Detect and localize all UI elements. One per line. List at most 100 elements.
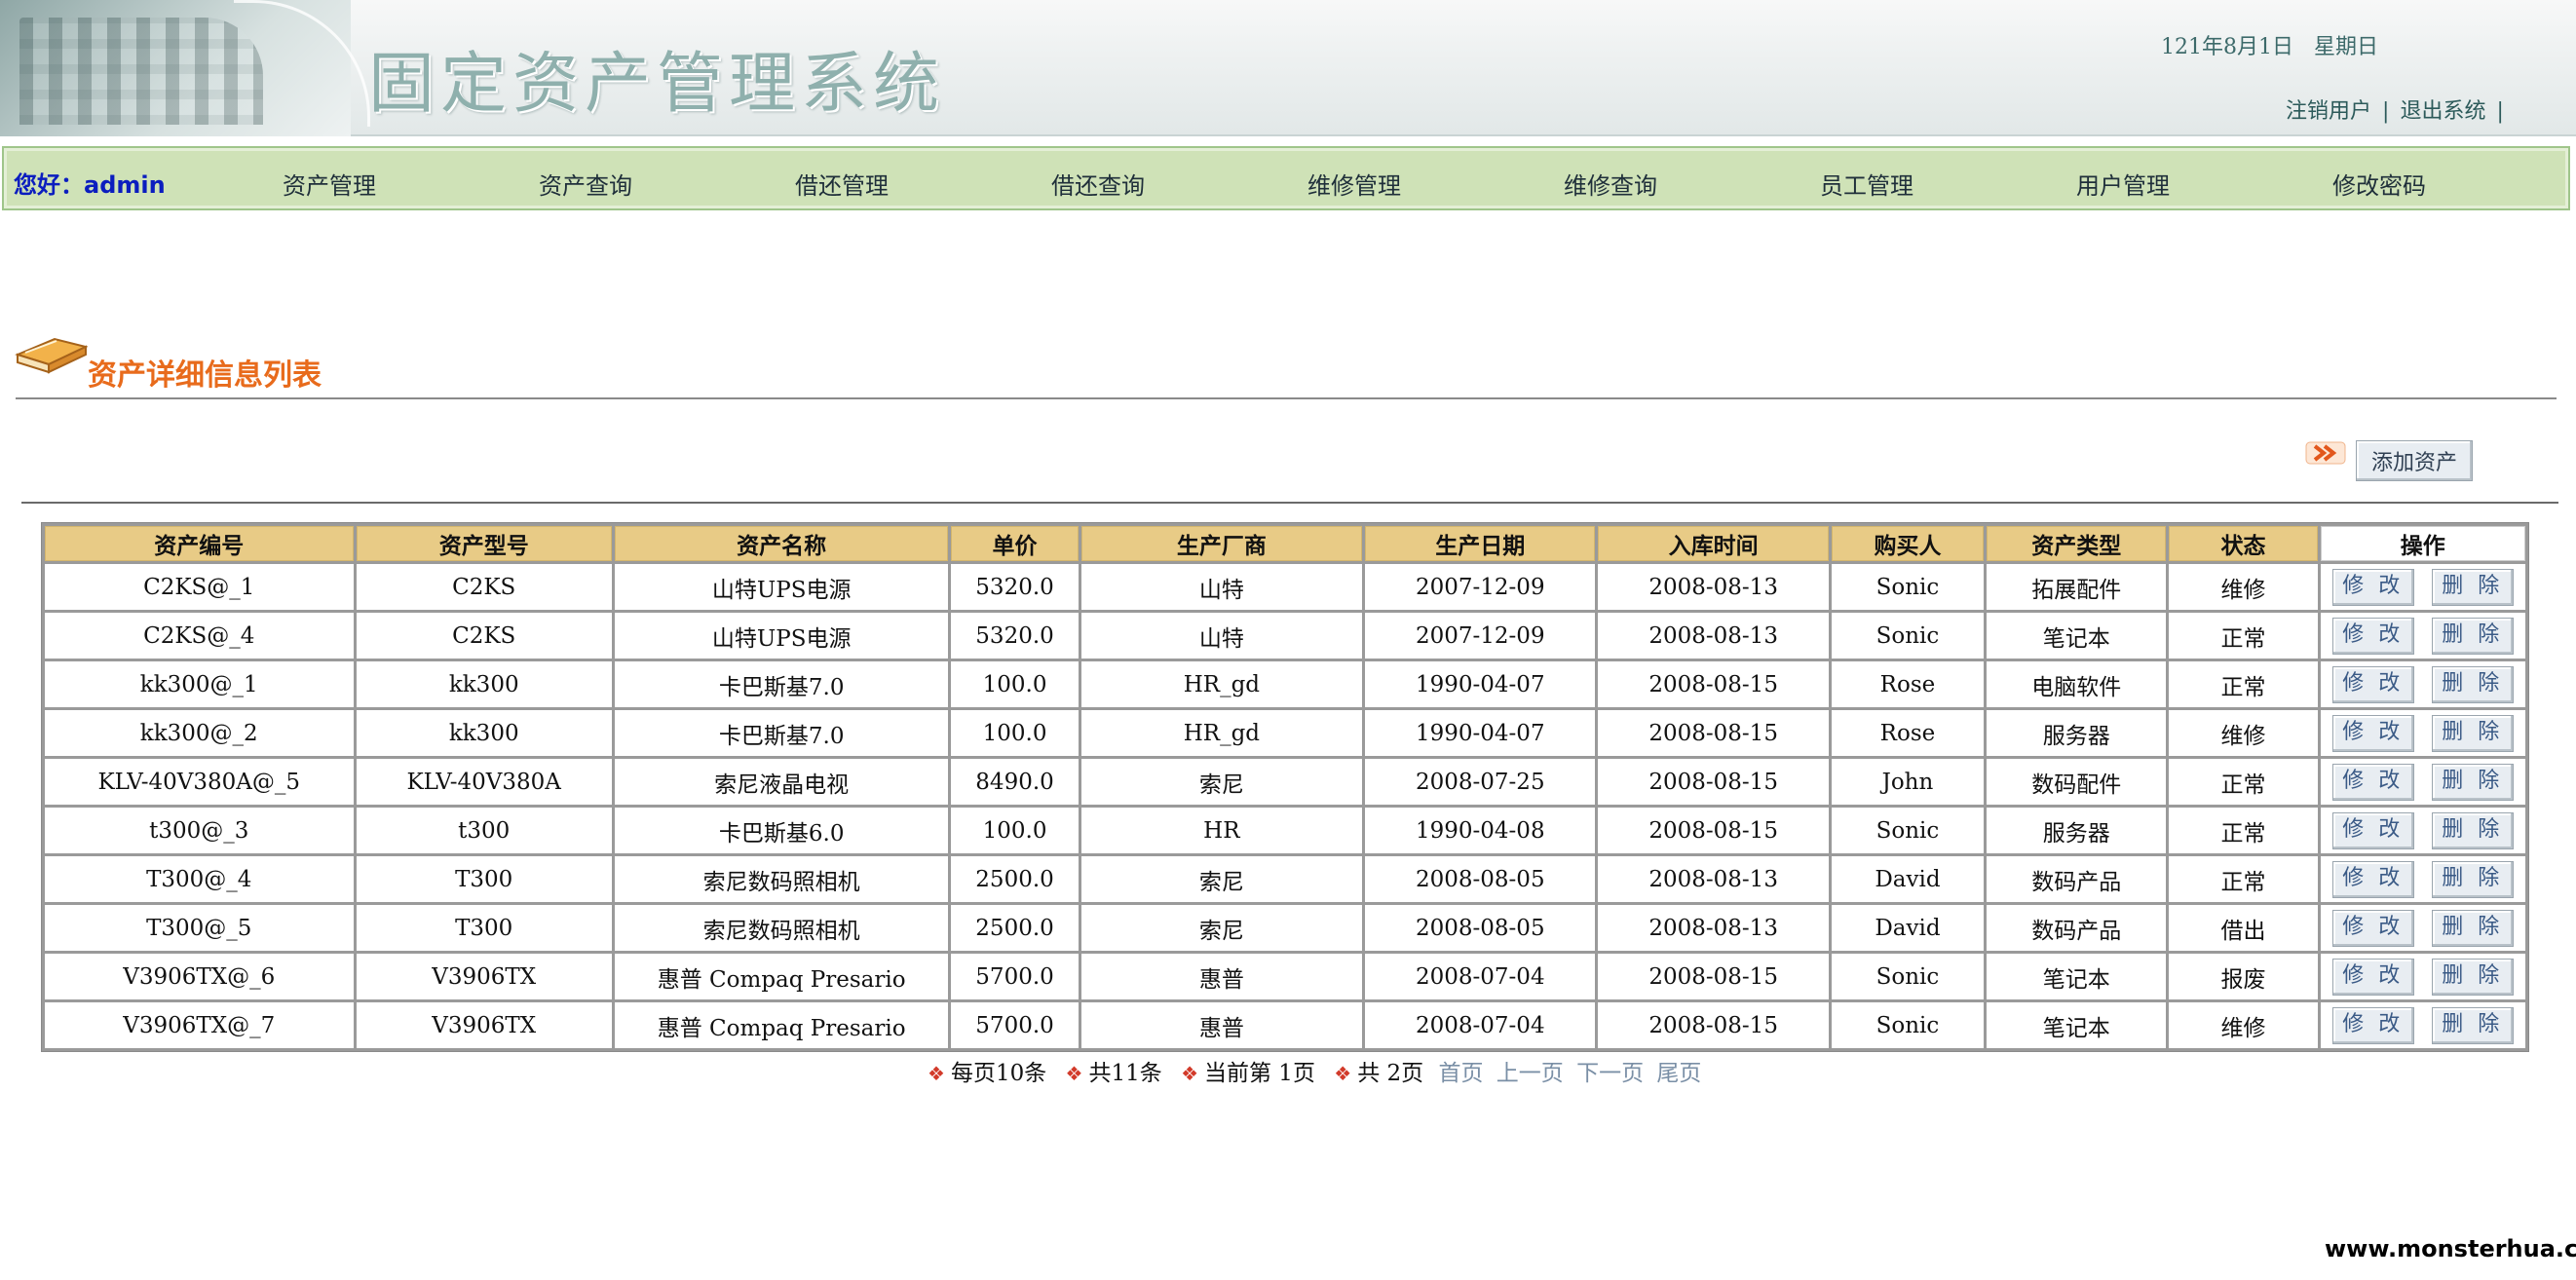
cell-actions: 修 改删 除 [2320,808,2525,853]
cell-status: 正常 [2169,759,2318,805]
column-header-buyer: 购买人 [1831,526,1985,561]
nav-item-change-password[interactable]: 修改密码 [2332,167,2426,201]
edit-button[interactable]: 修 改 [2331,617,2414,655]
edit-button[interactable]: 修 改 [2331,763,2414,801]
nav-item-asset-query[interactable]: 资产查询 [539,167,632,201]
table-row: V3906TX@_6 V3906TX 惠普 Compaq Presario 5700.… [45,954,2525,999]
edit-button[interactable]: 修 改 [2331,568,2414,606]
pager-first-link[interactable]: 首页 [1438,1061,1483,1086]
edit-button[interactable]: 修 改 [2331,811,2414,849]
cell-storage-date: 2008-08-13 [1598,564,1829,610]
cell-storage-date: 2008-08-13 [1598,856,1829,902]
table-row: V3906TX@_7 V3906TX 惠普 Compaq Presario 5700.… [45,1002,2525,1048]
table-row: KLV-40V380A@_5 KLV-40V380A 索尼液晶电视 8490.0 索尼 2… [45,759,2525,805]
cell-model: T300 [356,905,612,951]
logout-user-link[interactable]: 注销用户 [2286,99,2371,124]
cell-actions: 修 改删 除 [2320,759,2525,805]
cell-status: 借出 [2169,905,2318,951]
book-icon [15,337,88,374]
delete-button[interactable]: 删 除 [2431,860,2514,898]
banner-building-image [0,0,370,136]
pager-pages: 共 2页 [1357,1061,1424,1086]
table-header-row: 资产编号 资产型号 资产名称 单价 生产厂商 生产日期 入库时间 购买人 资产类… [45,526,2525,561]
nav-item-repair-query[interactable]: 维修查询 [1564,167,1657,201]
cell-asset-id: V3906TX@_7 [45,1002,354,1048]
cell-name: 山特UPS电源 [614,613,949,659]
delete-button[interactable]: 删 除 [2431,909,2514,947]
edit-button[interactable]: 修 改 [2331,665,2414,703]
cell-buyer: Sonic [1831,613,1985,659]
cell-buyer: Sonic [1831,1002,1985,1048]
exit-system-link[interactable]: 退出系统 [2400,99,2485,124]
cell-model: V3906TX [356,954,612,999]
cell-asset-id: C2KS@_1 [45,564,354,610]
delete-button[interactable]: 删 除 [2431,714,2514,752]
delete-button[interactable]: 删 除 [2431,1006,2514,1044]
delete-button[interactable]: 删 除 [2431,568,2514,606]
cell-buyer: David [1831,905,1985,951]
cell-production-date: 2008-07-25 [1365,759,1596,805]
nav-item-employee-management[interactable]: 员工管理 [1820,167,1913,201]
cell-buyer: Rose [1831,661,1985,707]
nav-item-repair-management[interactable]: 维修管理 [1307,167,1401,201]
pager-prev-link[interactable]: 上一页 [1496,1061,1564,1086]
cell-actions: 修 改删 除 [2320,564,2525,610]
table-row: C2KS@_4 C2KS 山特UPS电源 5320.0 山特 2007-12-09 2008… [45,613,2525,659]
cell-asset-id: t300@_3 [45,808,354,853]
nav-item-borrow-management[interactable]: 借还管理 [795,167,889,201]
pager-last-link[interactable]: 尾页 [1656,1061,1701,1086]
edit-button[interactable]: 修 改 [2331,860,2414,898]
cell-buyer: Rose [1831,710,1985,756]
nav-item-asset-management[interactable]: 资产管理 [283,167,376,201]
cell-buyer: John [1831,759,1985,805]
delete-button[interactable]: 删 除 [2431,811,2514,849]
system-title: 固定资产管理系统 [368,46,946,123]
main-nav-bar: 您好：admin 资产管理 资产查询 借还管理 借还查询 维修管理 维修查询 员… [2,146,2570,210]
cell-buyer: Sonic [1831,808,1985,853]
edit-button[interactable]: 修 改 [2331,714,2414,752]
cell-name: 山特UPS电源 [614,564,949,610]
column-header-storage-date: 入库时间 [1598,526,1829,561]
edit-button[interactable]: 修 改 [2331,909,2414,947]
add-asset-button[interactable]: 添加资产 [2356,440,2473,481]
table-row: C2KS@_1 C2KS 山特UPS电源 5320.0 山特 2007-12-09 2008… [45,564,2525,610]
cell-storage-date: 2008-08-13 [1598,613,1829,659]
cell-production-date: 2008-07-04 [1365,954,1596,999]
cell-status: 正常 [2169,808,2318,853]
nav-item-borrow-query[interactable]: 借还查询 [1051,167,1145,201]
cell-buyer: David [1831,856,1985,902]
cell-production-date: 2007-12-09 [1365,613,1596,659]
cell-price: 5700.0 [951,954,1079,999]
cell-status: 维修 [2169,710,2318,756]
cell-manufacturer: 索尼 [1080,905,1363,951]
edit-button[interactable]: 修 改 [2331,1006,2414,1044]
cell-asset-type: 数码产品 [1987,856,2167,902]
cell-asset-type: 电脑软件 [1987,661,2167,707]
cell-asset-id: KLV-40V380A@_5 [45,759,354,805]
cell-model: C2KS [356,564,612,610]
pager-arrow-icon: ❖ [1065,1062,1083,1085]
column-header-asset-type: 资产类型 [1987,526,2167,561]
cell-price: 5320.0 [951,613,1079,659]
delete-button[interactable]: 删 除 [2431,763,2514,801]
pager-next-link[interactable]: 下一页 [1576,1061,1644,1086]
cell-storage-date: 2008-08-15 [1598,808,1829,853]
toolbar-divider [21,502,2558,504]
nav-item-user-management[interactable]: 用户管理 [2076,167,2170,201]
delete-button[interactable]: 删 除 [2431,958,2514,996]
cell-status: 正常 [2169,613,2318,659]
cell-name: 索尼液晶电视 [614,759,949,805]
cell-production-date: 2008-08-05 [1365,905,1596,951]
cell-model: t300 [356,808,612,853]
edit-button[interactable]: 修 改 [2331,958,2414,996]
pager-arrow-icon: ❖ [928,1062,945,1085]
pager-total: 共11条 [1088,1061,1162,1086]
cell-price: 100.0 [951,710,1079,756]
cell-production-date: 1990-04-08 [1365,808,1596,853]
cell-status: 报废 [2169,954,2318,999]
column-header-price: 单价 [951,526,1079,561]
delete-button[interactable]: 删 除 [2431,665,2514,703]
cell-storage-date: 2008-08-13 [1598,905,1829,951]
pager-current: 当前第 1页 [1204,1061,1315,1086]
delete-button[interactable]: 删 除 [2431,617,2514,655]
